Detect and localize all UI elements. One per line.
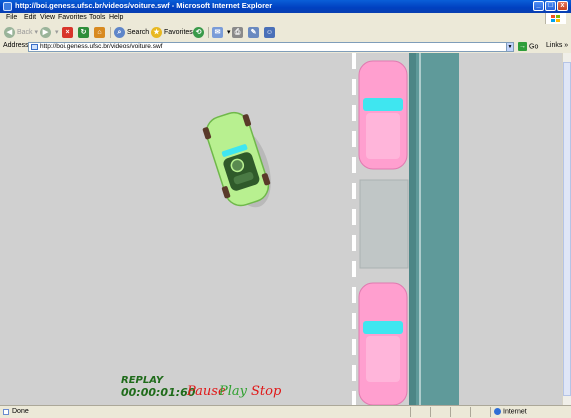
mail-button[interactable]: ✉ ▾ xyxy=(212,26,230,39)
refresh-icon: ↻ xyxy=(78,26,89,38)
page-status-icon xyxy=(3,409,9,415)
back-button[interactable]: ◀ Back ▾ xyxy=(4,26,38,39)
status-divider xyxy=(430,407,431,417)
stop-icon: × xyxy=(62,26,73,38)
stop-playback-button[interactable]: Stop xyxy=(251,384,281,399)
stop-button[interactable]: × xyxy=(62,26,75,39)
go-label: Go xyxy=(529,43,539,51)
play-button[interactable]: Play xyxy=(219,384,247,399)
status-divider xyxy=(490,407,491,417)
forward-arrow-icon: ▶ xyxy=(40,26,51,38)
menu-file[interactable]: File xyxy=(6,14,17,21)
favorites-star-icon: ★ xyxy=(151,26,162,38)
menu-help[interactable]: Help xyxy=(109,14,123,21)
toolbar-separator xyxy=(110,27,111,38)
address-dropdown-icon[interactable]: ▼ xyxy=(506,42,514,52)
title-bar: http://boi.geness.ufsc.br/videos/voiture… xyxy=(0,0,571,13)
scrollbar-thumb[interactable] xyxy=(563,62,571,396)
back-label: Back xyxy=(17,29,33,36)
page-icon xyxy=(31,44,38,50)
status-divider xyxy=(450,407,451,417)
zone-label: Internet xyxy=(503,408,527,416)
favorites-button[interactable]: ★ Favorites xyxy=(151,26,193,39)
maximize-button[interactable]: □ xyxy=(545,1,556,11)
print-icon: ⎙ xyxy=(232,26,243,38)
mail-icon: ✉ xyxy=(212,26,223,38)
go-button[interactable]: → Go xyxy=(518,42,538,51)
toolbar-separator xyxy=(208,27,209,38)
status-divider xyxy=(470,407,471,417)
vertical-scrollbar[interactable] xyxy=(562,53,571,405)
standard-toolbar: ◀ Back ▾ ▶ ▾ × ↻ ⌂ ⌕ Search ★ Favorites ⟲ ✉… xyxy=(0,24,571,42)
forward-button[interactable]: ▶ ▾ xyxy=(40,26,58,39)
menu-view[interactable]: View xyxy=(40,14,55,21)
parking-scene xyxy=(0,53,562,405)
back-arrow-icon: ◀ xyxy=(4,26,15,38)
sidewalk xyxy=(409,53,459,405)
windows-logo-icon xyxy=(545,13,566,24)
print-button[interactable]: ⎙ xyxy=(232,26,245,39)
status-divider xyxy=(410,407,411,417)
search-icon: ⌕ xyxy=(114,26,125,38)
replay-label: REPLAY xyxy=(121,375,164,386)
go-arrow-icon: → xyxy=(518,42,527,51)
status-bar: Done Internet xyxy=(0,405,571,418)
address-label: Address xyxy=(3,42,29,49)
close-button[interactable]: x xyxy=(557,1,568,11)
status-text: Done xyxy=(12,408,29,415)
road-surface xyxy=(0,53,562,405)
flash-content[interactable]: REPLAY 00:00:01:60 Pause Play Stop xyxy=(0,53,562,405)
links-label: Links xyxy=(546,42,563,49)
messenger-icon: ☺ xyxy=(264,26,275,38)
home-icon: ⌂ xyxy=(94,26,105,38)
edit-page-icon: ✎ xyxy=(248,26,259,38)
edit-button[interactable]: ✎ xyxy=(248,26,261,39)
window-title: http://boi.geness.ufsc.br/videos/voiture… xyxy=(15,1,273,10)
menu-edit[interactable]: Edit xyxy=(24,14,36,21)
menu-favorites[interactable]: Favorites xyxy=(58,14,87,21)
menu-tools[interactable]: Tools xyxy=(89,14,105,21)
history-button[interactable]: ⟲ xyxy=(193,26,206,39)
curb xyxy=(409,53,416,405)
address-input[interactable]: http://boi.geness.ufsc.br/videos/voiture… xyxy=(28,42,514,52)
parked-car-rear xyxy=(358,282,408,405)
ie-icon xyxy=(3,2,12,11)
replay-timer: 00:00:01:60 xyxy=(121,386,196,399)
empty-parking-spot xyxy=(359,179,409,269)
minimize-button[interactable]: _ xyxy=(533,1,544,11)
home-button[interactable]: ⌂ xyxy=(94,26,107,39)
messenger-button[interactable]: ☺ xyxy=(264,26,277,39)
favorites-label: Favorites xyxy=(164,29,193,36)
internet-globe-icon xyxy=(494,408,501,415)
address-url: http://boi.geness.ufsc.br/videos/voiture… xyxy=(40,43,163,50)
search-button[interactable]: ⌕ Search xyxy=(114,26,149,39)
history-icon: ⟲ xyxy=(193,26,204,38)
security-zone: Internet xyxy=(494,408,527,415)
parked-car-front xyxy=(358,60,408,170)
search-label: Search xyxy=(127,29,150,36)
refresh-button[interactable]: ↻ xyxy=(78,26,91,39)
links-button[interactable]: Links » xyxy=(546,42,568,49)
